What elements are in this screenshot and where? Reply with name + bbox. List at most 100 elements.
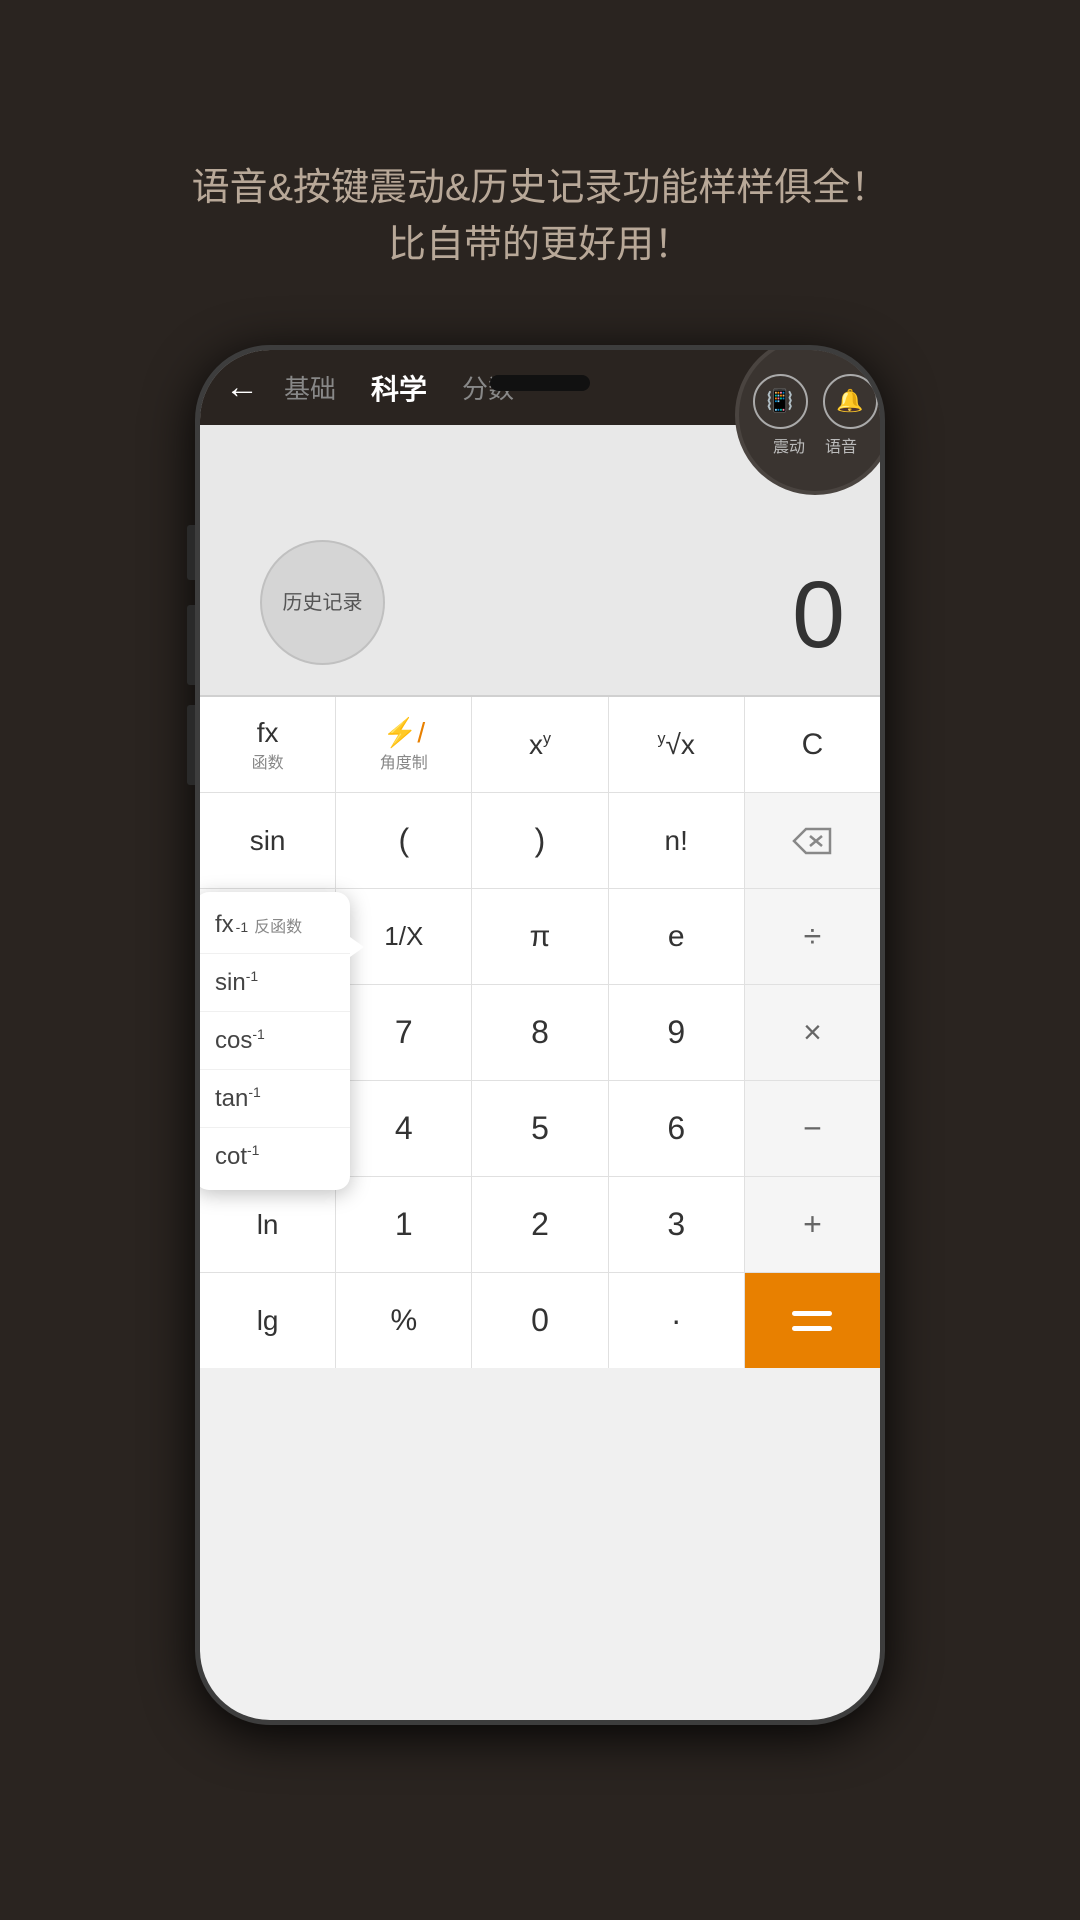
popup-menu: fx-1 反函数 sin-1 cos-1 tan-1 [200,892,350,1190]
key-ln[interactable]: ln [200,1177,336,1272]
key-6[interactable]: 6 [609,1081,745,1176]
key-2[interactable]: 2 [472,1177,608,1272]
key-xy-label: xy [529,729,551,761]
key-4[interactable]: 4 [336,1081,472,1176]
settings-icons-row: 📳 🔔 [753,374,878,429]
key-5[interactable]: 5 [472,1081,608,1176]
key-1[interactable]: 1 [336,1177,472,1272]
key-add[interactable]: + [745,1177,880,1272]
key-percent[interactable]: % [336,1273,472,1368]
key-pi-label: π [530,920,551,954]
popup-cos-label: cos [215,1027,252,1054]
key-1-label: 1 [395,1206,413,1243]
key-e[interactable]: e [609,889,745,984]
key-lg[interactable]: lg [200,1273,336,1368]
key-open-paren[interactable]: ( [336,793,472,888]
key-backspace[interactable] [745,793,880,888]
phone-frame: ← 基础 科学 分数 📳 🔔 [195,345,885,1725]
vibrate-button[interactable]: 📳 [753,374,808,429]
key-dot[interactable]: · [609,1273,745,1368]
popup-item-tan-inverse[interactable]: tan-1 [200,1070,350,1128]
phone-screen: ← 基础 科学 分数 📳 🔔 [200,350,880,1720]
key-factorial-label: n! [665,825,688,857]
vibrate-label: 震动 [773,433,805,457]
popup-cos-sup: -1 [252,1026,264,1042]
promo-line1: 语音&按键震动&历史记录功能样样俱全！ [80,160,1000,217]
side-button-vol-up [187,605,195,685]
history-label: 历史记录 [283,590,363,616]
key-4-label: 4 [395,1110,413,1147]
popup-fx-sub: 反函数 [254,913,302,937]
tab-basic[interactable]: 基础 [284,369,336,406]
settings-labels-row: 震动 语音 [773,433,857,457]
key-9[interactable]: 9 [609,985,745,1080]
promo-text: 语音&按键震动&历史记录功能样样俱全！ 比自带的更好用！ [0,0,1080,334]
key-fx-label: fx [257,717,279,749]
key-5-label: 5 [531,1110,549,1147]
key-subtract[interactable]: − [745,1081,880,1176]
popup-cot-sup: -1 [247,1142,259,1158]
key-0[interactable]: 0 [472,1273,608,1368]
popup-item-sin-inverse[interactable]: sin-1 [200,954,350,1012]
back-button[interactable]: ← [225,368,259,407]
popup-item-fx-inverse[interactable]: fx-1 反函数 [200,897,350,954]
key-8[interactable]: 8 [472,985,608,1080]
key-lg-label: lg [257,1305,279,1337]
keyboard-container: fx-1 反函数 sin-1 cos-1 tan-1 [200,697,880,1368]
key-8-label: 8 [531,1014,549,1051]
key-add-label: + [803,1206,822,1243]
key-multiply[interactable]: × [745,985,880,1080]
voice-button[interactable]: 🔔 [823,374,878,429]
key-angle-sublabel: 角度制 [380,749,428,773]
key-divide[interactable]: ÷ [745,889,880,984]
key-sin-label: sin [250,825,286,857]
key-7-label: 7 [395,1014,413,1051]
key-7[interactable]: 7 [336,985,472,1080]
key-angle[interactable]: ⚡/ 角度制 [336,697,472,792]
side-button-vol-down [187,705,195,785]
key-clear[interactable]: C [745,697,880,792]
popup-item-cot-inverse[interactable]: cot-1 [200,1128,350,1185]
key-row-7: lg % 0 · [200,1273,880,1368]
key-row-6: ln 1 2 3 + [200,1177,880,1273]
key-pi[interactable]: π [472,889,608,984]
key-subtract-label: − [803,1110,822,1147]
popup-item-cos-inverse[interactable]: cos-1 [200,1012,350,1070]
popup-cot-label: cot [215,1143,247,1170]
popup-sin-label: sin [215,969,246,996]
key-clear-label: C [802,728,824,762]
voice-label: 语音 [825,433,857,457]
key-row-1: fx 函数 ⚡/ 角度制 xy y√x [200,697,880,793]
history-button[interactable]: 历史记录 [260,540,385,665]
key-xy[interactable]: xy [472,697,608,792]
key-yroot[interactable]: y√x [609,697,745,792]
key-ln-label: ln [257,1209,279,1241]
key-sin[interactable]: sin [200,793,336,888]
key-0-label: 0 [531,1302,549,1339]
tab-science[interactable]: 科学 [371,368,427,408]
key-close-paren-label: ) [535,822,546,859]
key-6-label: 6 [667,1110,685,1147]
header-bar: ← 基础 科学 分数 📳 🔔 [200,350,880,425]
equals-top-bar [792,1311,832,1316]
popup-fx-label: fx [215,911,234,939]
key-equals[interactable] [745,1273,880,1368]
popup-tan-sup: -1 [248,1084,260,1100]
popup-arrow [350,937,364,957]
key-fx-sublabel: 函数 [252,749,284,773]
key-2-label: 2 [531,1206,549,1243]
key-fx[interactable]: fx 函数 [200,697,336,792]
key-dot-label: · [671,1302,682,1339]
equals-bottom-bar [792,1326,832,1331]
key-divide-label: ÷ [804,918,822,955]
key-3-label: 3 [667,1206,685,1243]
key-3[interactable]: 3 [609,1177,745,1272]
popup-sin-sup: -1 [246,968,258,984]
nav-tabs: 基础 科学 分数 [284,368,514,408]
key-e-label: e [668,920,685,954]
key-multiply-label: × [803,1014,822,1051]
key-9-label: 9 [667,1014,685,1051]
key-close-paren[interactable]: ) [472,793,608,888]
phone-notch [490,375,590,391]
key-factorial[interactable]: n! [609,793,745,888]
